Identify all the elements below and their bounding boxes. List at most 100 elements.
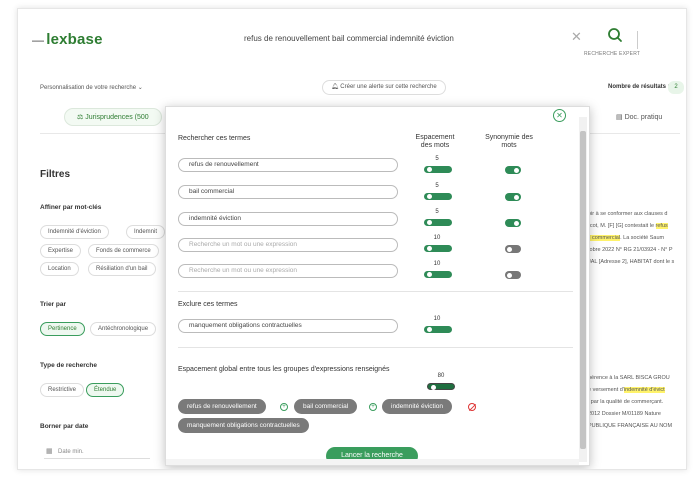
- scale-icon: ⚖: [77, 114, 84, 121]
- results-count-badge: 2: [668, 81, 684, 94]
- snippet-text: tobre 2022 N° RG 21/03924 - N° P: [588, 247, 673, 253]
- page: — lexbase refus de renouvellement bail co…: [17, 8, 687, 470]
- bell-icon: 🔔︎: [331, 84, 339, 90]
- result-snippet: l par la qualité de commerçant.: [588, 399, 663, 405]
- search-icon: [608, 28, 622, 42]
- type-restrictive-chip[interactable]: Restrictive: [40, 383, 85, 397]
- snippet-text: 2012 Dossier M/01189 Nature: [588, 411, 661, 417]
- tab-doc-pratique-label: Doc. pratiqu: [624, 114, 663, 121]
- result-snippet: JAL [Adresse 2], HABITAT dont le s: [588, 259, 674, 265]
- keyword-chip[interactable]: Expertise: [40, 244, 82, 258]
- snippet-highlight: il commercial: [588, 235, 621, 241]
- sub-bar: Personnalisation de votre recherche ⌄ 🔔︎…: [18, 75, 686, 97]
- result-snippet: il commercial. La société Saum: [588, 235, 664, 241]
- tab-jurisprudences[interactable]: ⚖ Jurisprudences (500: [64, 108, 162, 126]
- results-count-label: Nombre de résultats :: [608, 84, 670, 90]
- keyword-chip[interactable]: Indemnit: [126, 225, 166, 239]
- synonym-toggle[interactable]: [505, 245, 521, 253]
- keyword-chip[interactable]: Résiliation d'un bail: [88, 262, 156, 276]
- spacing-value: 5: [435, 156, 439, 162]
- search-terms-title: Rechercher ces termes: [178, 135, 251, 142]
- keywords-title: Affiner par mot-clés: [40, 204, 102, 211]
- term-input[interactable]: bail commercial: [178, 185, 398, 199]
- spacing-slider[interactable]: [424, 166, 452, 173]
- tab-jurisprudences-label: Jurisprudences (500: [85, 114, 149, 121]
- spacing-value: 5: [435, 209, 439, 215]
- summary-pill: indemnité éviction: [382, 399, 453, 414]
- and-operator-icon[interactable]: +: [280, 403, 288, 411]
- synonym-column-header: Synonymie des mots: [485, 134, 533, 149]
- result-snippet: oir à se conformer aux clauses d: [588, 211, 667, 217]
- spacing-slider[interactable]: [424, 271, 452, 278]
- scrollbar-thumb[interactable]: [580, 131, 586, 449]
- term-input[interactable]: refus de renouvellement: [178, 158, 398, 172]
- snippet-text: l par la qualité de commerçant.: [588, 399, 664, 405]
- spacing-slider[interactable]: [424, 193, 452, 200]
- clear-search-icon[interactable]: ✕: [571, 29, 582, 45]
- top-bar: — lexbase refus de renouvellement bail co…: [18, 9, 686, 73]
- result-snippet: pérence à la SARL BISCA GROU: [588, 375, 670, 381]
- filters-title: Filtres: [40, 169, 71, 180]
- exclude-icon: [468, 403, 476, 411]
- spacing-slider[interactable]: [424, 326, 452, 333]
- snippet-text: e versement d': [588, 387, 624, 393]
- divider: [637, 31, 638, 49]
- synonym-toggle[interactable]: [505, 193, 521, 201]
- divider: [178, 291, 573, 292]
- exclude-term-input[interactable]: manquement obligations contractuelles: [178, 319, 398, 333]
- logo-dash: —: [32, 33, 45, 47]
- synonym-toggle[interactable]: [505, 219, 521, 227]
- and-operator-icon[interactable]: +: [369, 403, 377, 411]
- spacing-slider[interactable]: [424, 245, 452, 252]
- personalize-search-toggle[interactable]: Personnalisation de votre recherche ⌄: [40, 84, 143, 91]
- result-snippet: e versement d'indemnité d'évict: [588, 387, 665, 393]
- spacing-value: 10: [433, 261, 441, 267]
- spacing-value: 10: [433, 235, 441, 241]
- spacing-slider[interactable]: [424, 219, 452, 226]
- synonym-toggle[interactable]: [505, 166, 521, 174]
- snippet-text: JAL [Adresse 2], HABITAT dont le s: [588, 259, 675, 265]
- summary-pill: manquement obligations contractuelles: [178, 418, 309, 433]
- create-alert-button[interactable]: 🔔︎ Créer une alerte sur cette recherche: [322, 80, 446, 95]
- keyword-chip[interactable]: Indemnité d'éviction: [40, 225, 109, 239]
- horizontal-scrollbar[interactable]: [166, 459, 579, 465]
- term-input[interactable]: indemnité éviction: [178, 212, 398, 226]
- search-button-caption: RECHERCHE EXPERT: [584, 51, 641, 57]
- global-spacing-value: 80: [437, 373, 445, 379]
- logo[interactable]: — lexbase: [32, 31, 103, 48]
- global-spacing-slider[interactable]: [427, 383, 455, 390]
- snippet-text: PUBLIQUE FRANÇAISE AU NOM: [588, 423, 673, 429]
- create-alert-label: Créer une alerte sur cette recherche: [340, 84, 437, 90]
- calendar-icon: ▦: [46, 448, 53, 455]
- snippet-highlight: indemnité d'évict: [623, 387, 665, 393]
- sort-pertinence-chip[interactable]: Pertinence: [40, 322, 85, 336]
- term-input[interactable]: Recherche un mot ou une expression: [178, 238, 398, 252]
- search-input[interactable]: refus de renouvellement bail commercial …: [244, 34, 454, 43]
- spacing-value: 5: [435, 183, 439, 189]
- summary-pill: bail commercial: [294, 399, 358, 414]
- spacing-column-header: Espacement des mots: [415, 134, 455, 149]
- sort-antechrono-chip[interactable]: Antéchronologique: [90, 322, 157, 336]
- search-type-title: Type de recherche: [40, 362, 97, 369]
- snippet-text: rcot, M. [F] [G] contestait le: [588, 223, 656, 229]
- date-min-placeholder: Date min.: [58, 449, 84, 455]
- global-spacing-title: Espacement global entre tous les groupes…: [178, 366, 390, 373]
- divider: [178, 347, 573, 348]
- date-title: Borner par date: [40, 423, 89, 430]
- spacing-value: 10: [433, 316, 441, 322]
- keyword-chip[interactable]: Location: [40, 262, 79, 276]
- snippet-text: . La société Saum: [620, 235, 665, 241]
- term-input[interactable]: Recherche un mot ou une expression: [178, 264, 398, 278]
- tab-doc-pratique[interactable]: ▤ Doc. pratiqu: [616, 113, 662, 121]
- result-snippet: PUBLIQUE FRANÇAISE AU NOM: [588, 423, 672, 429]
- snippet-text: oir à se conformer aux clauses d: [588, 211, 668, 217]
- document-icon: ▤: [616, 114, 623, 121]
- keyword-chip[interactable]: Fonds de commerce: [88, 244, 159, 258]
- synonym-toggle[interactable]: [505, 271, 521, 279]
- search-button[interactable]: [603, 26, 627, 46]
- close-icon[interactable]: ✕: [553, 109, 566, 122]
- type-etendue-chip[interactable]: Étendue: [86, 383, 125, 397]
- date-min-field[interactable]: ▦ Date min.: [44, 445, 150, 459]
- chevron-down-icon: ⌄: [137, 85, 143, 91]
- personalize-label: Personnalisation de votre recherche: [40, 85, 137, 91]
